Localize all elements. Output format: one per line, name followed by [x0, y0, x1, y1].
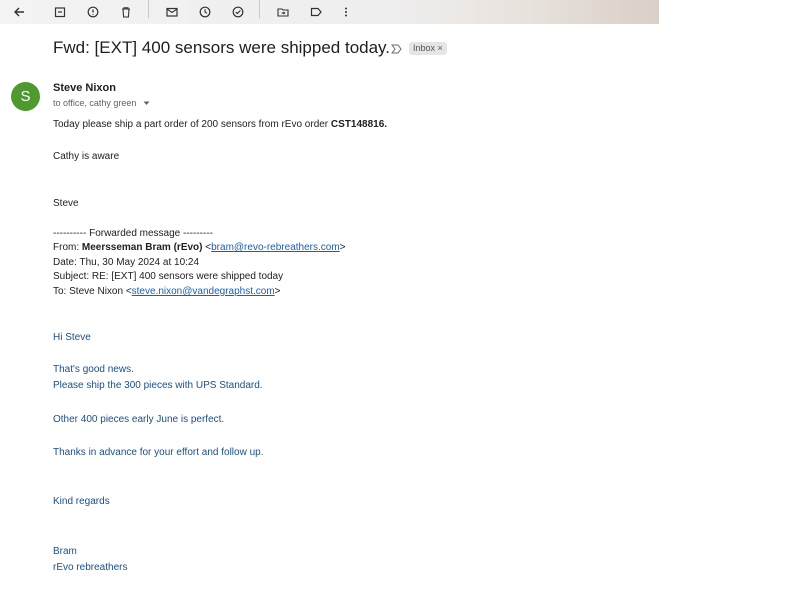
- body-line-2: Cathy is aware: [53, 151, 120, 162]
- mark-unread-icon[interactable]: [163, 3, 181, 21]
- back-arrow-icon[interactable]: [10, 3, 28, 21]
- delete-icon[interactable]: [117, 3, 135, 21]
- inbox-label-text: Inbox: [413, 43, 436, 53]
- to-email-link[interactable]: steve.nixon@vandegraphst.com: [132, 286, 275, 297]
- label-icon[interactable]: [307, 3, 325, 21]
- reply-line-2: Please ship the 300 pieces with UPS Stan…: [53, 380, 263, 391]
- body-line-1: Today please ship a part order of 200 se…: [53, 119, 387, 130]
- reply-line-1: That's good news.: [53, 364, 134, 375]
- email-subject: Fwd: [EXT] 400 sensors were shipped toda…: [53, 38, 391, 57]
- reply-company: rEvo rebreathers: [53, 562, 128, 573]
- forwarded-from: From: Meersseman Bram (rEvo) <bram@revo-…: [53, 242, 346, 253]
- email-toolbar: [0, 0, 659, 24]
- body-line-1-text: Today please ship a part order of 200 se…: [53, 119, 331, 130]
- importance-marker-icon[interactable]: [391, 44, 402, 57]
- from-name: Meersseman Bram (rEvo): [81, 242, 203, 253]
- report-spam-icon[interactable]: [84, 3, 102, 21]
- order-number: CST148816.: [330, 119, 388, 130]
- snooze-icon[interactable]: [196, 3, 214, 21]
- add-task-icon[interactable]: [229, 3, 247, 21]
- archive-icon[interactable]: [51, 3, 69, 21]
- to-label: To: Steve Nixon <: [53, 286, 132, 297]
- sender-avatar[interactable]: S: [11, 82, 40, 111]
- move-to-icon[interactable]: [274, 3, 292, 21]
- inbox-label-chip[interactable]: Inbox ×: [409, 42, 447, 55]
- signature: Steve: [53, 198, 79, 209]
- from-lt: <: [202, 242, 212, 253]
- more-icon[interactable]: [337, 3, 355, 21]
- from-gt: >: [339, 242, 346, 253]
- reply-name: Bram: [53, 546, 77, 557]
- reply-greeting: Hi Steve: [53, 332, 91, 343]
- reply-closing: Kind regards: [53, 496, 110, 507]
- remove-label-icon[interactable]: ×: [438, 43, 443, 53]
- forwarded-to: To: Steve Nixon <steve.nixon@vandegraphs…: [53, 286, 281, 297]
- reply-line-3: Other 400 pieces early June is perfect.: [53, 414, 225, 425]
- to-gt: >: [274, 286, 281, 297]
- sender-name[interactable]: Steve Nixon: [53, 82, 116, 94]
- from-label: From:: [53, 242, 82, 253]
- reply-line-4: Thanks in advance for your effort and fo…: [53, 447, 264, 458]
- recipients-line[interactable]: to office, cathy green: [53, 98, 150, 108]
- from-email-link[interactable]: bram@revo-rebreathers.com: [211, 242, 340, 253]
- chevron-down-icon[interactable]: [143, 98, 150, 108]
- forwarded-header: ---------- Forwarded message ---------: [53, 228, 213, 239]
- forwarded-subject: Subject: RE: [EXT] 400 sensors were ship…: [53, 271, 284, 282]
- recipients-text: to office, cathy green: [53, 98, 137, 108]
- forwarded-date: Date: Thu, 30 May 2024 at 10:24: [53, 257, 200, 268]
